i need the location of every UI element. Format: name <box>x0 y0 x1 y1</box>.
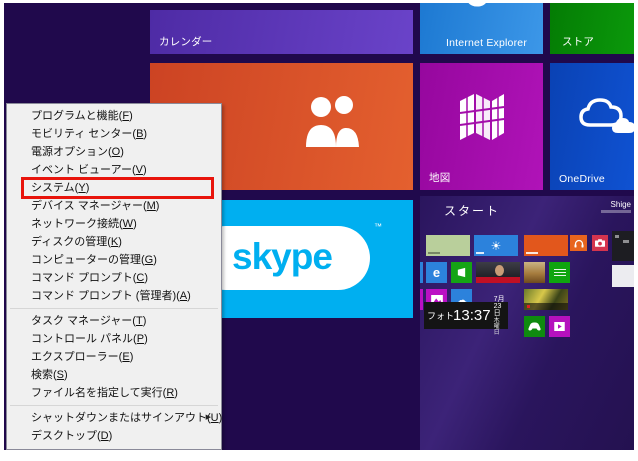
mini-tile-ie[interactable]: e <box>426 262 447 283</box>
tile-ie-label: Internet Explorer <box>446 37 527 49</box>
mini-tile-sports-photo[interactable] <box>524 289 568 310</box>
tile-store[interactable]: ストア <box>550 3 634 54</box>
menu-item-label: ファイル名を指定して実行(R) <box>31 387 178 399</box>
submenu-arrow-icon: ▶ <box>206 409 211 427</box>
menu-item-label: コントロール パネル(P) <box>31 333 148 345</box>
menu-item-label: デスクトップ(D) <box>31 430 112 442</box>
tile-internet-explorer[interactable]: e Internet Explorer <box>420 3 543 54</box>
user-subtitle-line <box>601 210 631 213</box>
start-screen-background: カレンダー e Internet Explorer ストア 地図 <box>4 3 634 450</box>
headphones-icon <box>574 239 584 248</box>
tile-calendar[interactable]: カレンダー <box>150 10 413 54</box>
mini-tile-mail[interactable] <box>426 235 470 256</box>
menu-item-label: コンピューターの管理(G) <box>31 254 157 266</box>
menu-item-label: ディスクの管理(K) <box>31 236 122 248</box>
menu-item[interactable]: デスクトップ(D) <box>7 427 221 445</box>
context-menu-list: プログラムと機能(F) モビリティ センター(B) 電源オプション(O) イベント ビ… <box>7 107 221 445</box>
menu-separator <box>10 405 218 406</box>
menu-item-label: 検索(S) <box>31 369 68 381</box>
tile-calendar-label: カレンダー <box>159 34 213 49</box>
menu-item[interactable]: コマンド プロンプト(C) <box>7 269 221 287</box>
menu-item[interactable]: コンピューターの管理(G) <box>7 251 221 269</box>
mini-tile-travel-photo[interactable] <box>524 262 545 283</box>
map-icon <box>458 91 506 143</box>
caption-strip <box>524 303 568 310</box>
text-lines <box>554 267 566 278</box>
clock-time: 13:37 <box>453 307 491 324</box>
skype-wordmark: skype <box>232 238 332 275</box>
menu-item[interactable]: エクスプローラー(E) <box>7 348 221 366</box>
menu-item[interactable]: ファイル名を指定して実行(R) <box>7 384 221 402</box>
menu-item[interactable]: コマンド プロンプト (管理者)(A) <box>7 287 221 305</box>
menu-item-label: デバイス マネージャー(M) <box>31 200 159 212</box>
mini-tile-camera[interactable] <box>592 235 608 251</box>
caption-strip <box>476 277 520 283</box>
user-account[interactable]: Shige <box>601 200 631 213</box>
sun-icon: ☀ <box>491 240 502 252</box>
menu-item[interactable]: モビリティ センター(B) <box>7 125 221 143</box>
mini-tile-video-news[interactable] <box>476 262 520 283</box>
tile-onedrive-label: OneDrive <box>559 173 605 185</box>
video-icon <box>554 322 565 331</box>
user-name: Shige <box>601 200 631 209</box>
menu-item-label: モビリティ センター(B) <box>31 128 147 140</box>
clock-flyout: フォト 13:37 7月23日 木曜日 <box>424 302 508 329</box>
menu-item[interactable]: システム(Y) <box>7 179 221 197</box>
menu-item-label: 電源オプション(O) <box>31 146 124 158</box>
clock-date: 7月23日 <box>494 296 505 317</box>
menu-item[interactable]: シャットダウンまたはサインアウト(U)▶ <box>7 409 221 427</box>
tile-onedrive[interactable]: OneDrive <box>550 63 634 190</box>
store-icon <box>456 267 467 278</box>
menu-item-label: システム(Y) <box>31 182 89 194</box>
menu-item[interactable]: デバイス マネージャー(M) <box>7 197 221 215</box>
menu-item-label: プログラムと機能(F) <box>31 110 133 122</box>
menu-item-label: シャットダウンまたはサインアウト(U) <box>31 412 222 424</box>
mini-tile-xbox-games[interactable] <box>524 316 545 337</box>
tile-sliver <box>420 289 423 310</box>
mini-tile-weather[interactable]: ☀ <box>474 235 518 256</box>
tile-maps-label: 地図 <box>429 170 450 185</box>
tile-label-overlap: フォト <box>427 309 454 322</box>
mini-tile-video[interactable] <box>549 316 570 337</box>
mini-tile-headphones[interactable] <box>570 235 587 251</box>
menu-item[interactable]: 電源オプション(O) <box>7 143 221 161</box>
ie-mini-icon: e <box>433 266 440 279</box>
menu-item[interactable]: タスク マネージャー(T) <box>7 312 221 330</box>
mini-tile-light-photo[interactable] <box>612 265 634 287</box>
clock-weekday: 木曜日 <box>494 318 505 336</box>
logo-dot <box>527 305 530 308</box>
camera-icon <box>595 239 605 247</box>
people-icon <box>300 95 364 147</box>
game-controller-icon <box>528 322 541 331</box>
tile-sliver <box>420 262 423 283</box>
menu-item-label: コマンド プロンプト (管理者)(A) <box>31 290 191 302</box>
menu-item-label: イベント ビューアー(V) <box>31 164 147 176</box>
context-menu: プログラムと機能(F) モビリティ センター(B) 電源オプション(O) イベント ビ… <box>6 103 222 450</box>
mini-tile-music[interactable] <box>524 235 568 256</box>
menu-item-label: コマンド プロンプト(C) <box>31 272 148 284</box>
menu-item-label: エクスプローラー(E) <box>31 351 133 363</box>
menu-separator <box>10 308 218 309</box>
menu-item[interactable]: ネットワーク接続(W) <box>7 215 221 233</box>
menu-item[interactable]: イベント ビューアー(V) <box>7 161 221 179</box>
tile-store-label: ストア <box>562 34 594 49</box>
photo-face <box>495 265 504 276</box>
menu-item[interactable]: ディスクの管理(K) <box>7 233 221 251</box>
ie-logo-icon: e <box>464 3 490 17</box>
menu-item[interactable]: 検索(S) <box>7 366 221 384</box>
mini-tile-store[interactable] <box>451 262 472 283</box>
menu-item-label: ネットワーク接続(W) <box>31 218 137 230</box>
onedrive-clouds-icon <box>576 95 634 135</box>
mini-tile-notes[interactable] <box>549 262 570 283</box>
menu-item[interactable]: プログラムと機能(F) <box>7 107 221 125</box>
skype-trademark: ™ <box>374 222 382 231</box>
mini-tile-dark-photo[interactable] <box>612 231 634 261</box>
menu-item[interactable]: コントロール パネル(P) <box>7 330 221 348</box>
tile-maps[interactable]: 地図 <box>420 63 543 190</box>
mini-start-title: スタート <box>444 202 500 219</box>
menu-item-label: タスク マネージャー(T) <box>31 315 146 327</box>
